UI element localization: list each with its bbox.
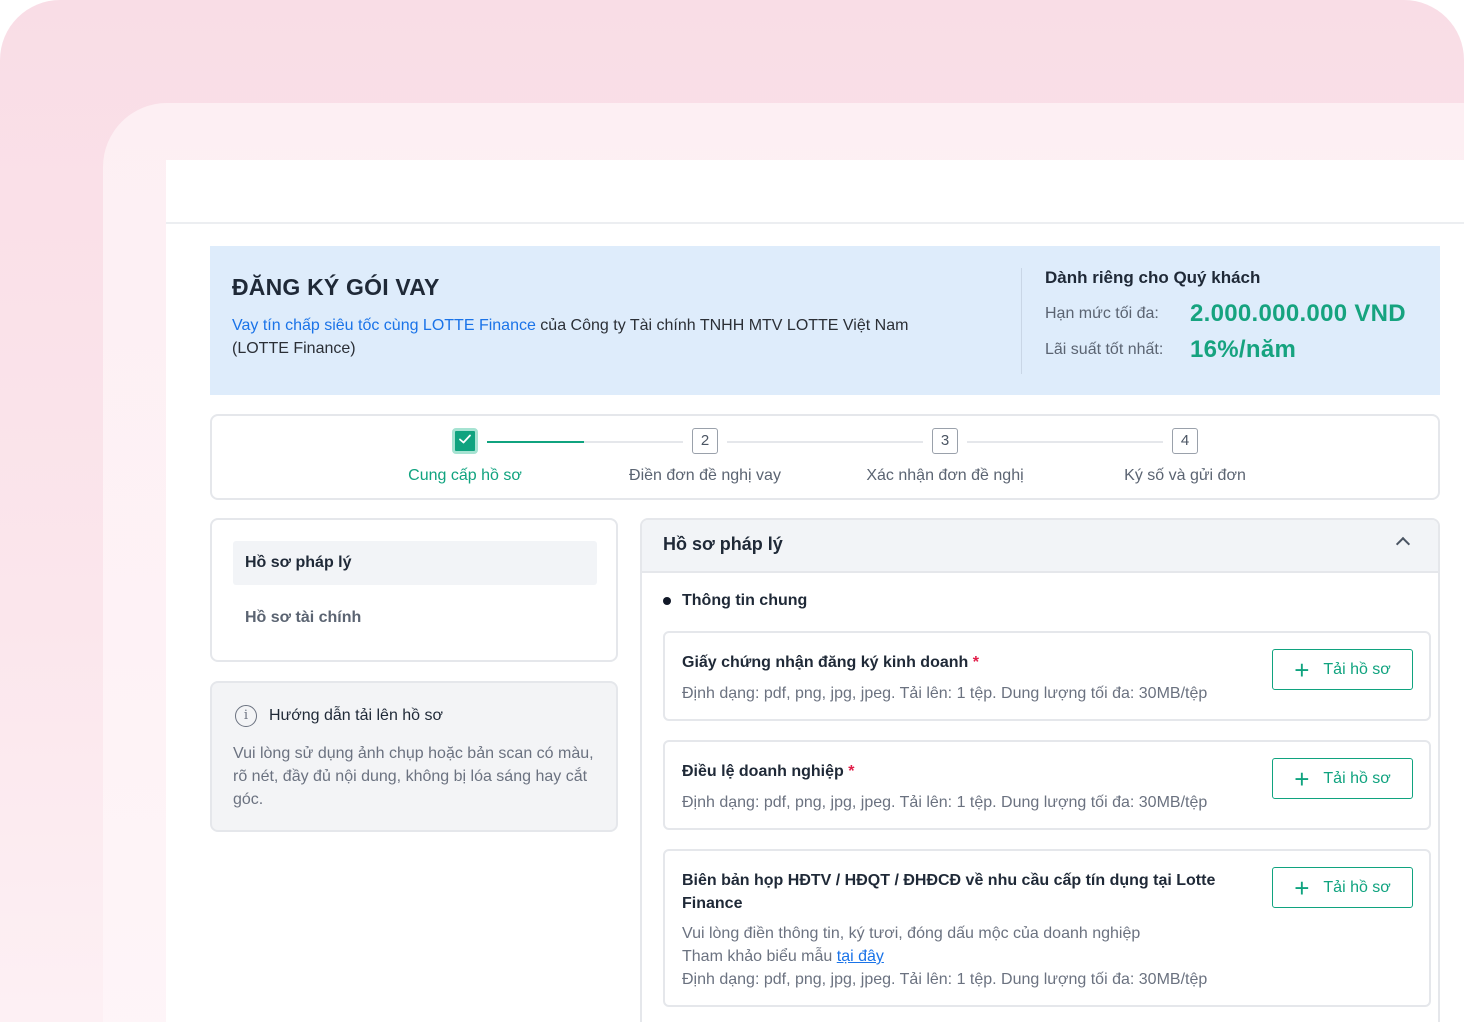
doc-item-meeting-minutes: Biên bản họp HĐTV / HĐQT / ĐHĐCĐ về nhu …: [663, 849, 1431, 1007]
limit-label: Hạn mức tối đa:: [1045, 305, 1159, 322]
document-category-nav: Hồ sơ pháp lý Hồ sơ tài chính: [210, 518, 618, 662]
doc-item-charter: Điều lệ doanh nghiệp * Định dạng: pdf, p…: [663, 740, 1431, 830]
doc-note: Vui lòng điền thông tin, ký tươi, đóng d…: [682, 925, 1141, 942]
step-number: 4: [1172, 428, 1198, 454]
doc-item-business-license: Giấy chứng nhận đăng ký kinh doanh * Địn…: [663, 631, 1431, 721]
section-title: Thông tin chung: [682, 592, 808, 609]
step-label: Xác nhận đơn đề nghị: [866, 467, 1024, 484]
offer-summary: Dành riêng cho Quý khách Hạn mức tối đa:…: [1045, 268, 1435, 364]
nav-item-financial-docs[interactable]: Hồ sơ tài chính: [233, 596, 597, 640]
bullet-icon: [663, 597, 671, 605]
loan-banner: ĐĂNG KÝ GÓI VAY Vay tín chấp siêu tốc cù…: [210, 246, 1440, 395]
rate-label: Lãi suất tốt nhất:: [1045, 341, 1164, 358]
plus-icon: +: [1294, 763, 1310, 794]
check-icon: [452, 428, 478, 454]
limit-value: 2.000.000.000 VND: [1190, 300, 1406, 327]
progress-stepper: Cung cấp hồ sơ 2 Điền đơn đề nghị vay 3 …: [210, 414, 1440, 500]
upload-button[interactable]: + Tải hồ sơ: [1272, 649, 1413, 690]
offer-title: Dành riêng cho Quý khách: [1045, 268, 1261, 287]
top-bar: [166, 160, 1464, 224]
step-1[interactable]: Cung cấp hồ sơ: [355, 428, 575, 485]
step-label: Điền đơn đề nghị vay: [629, 467, 781, 484]
nav-item-legal-docs[interactable]: Hồ sơ pháp lý: [233, 541, 597, 585]
rate-value: 16%/năm: [1190, 336, 1297, 363]
upload-label: Tải hồ sơ: [1323, 769, 1391, 787]
step-4[interactable]: 4 Ký số và gửi đơn: [1075, 428, 1295, 485]
legal-docs-panel: Hồ sơ pháp lý Thông tin chung Giấy chứng…: [640, 518, 1440, 1022]
step-2[interactable]: 2 Điền đơn đề nghị vay: [595, 428, 815, 485]
section-heading: Thông tin chung: [663, 592, 807, 610]
guide-text: Vui lòng sử dụng ảnh chụp hoặc bản scan …: [233, 745, 594, 808]
panel-header[interactable]: Hồ sơ pháp lý: [642, 520, 1438, 573]
upload-label: Tải hồ sơ: [1323, 878, 1391, 896]
template-prefix: Tham khảo biểu mẫu: [682, 948, 837, 965]
info-icon: i: [235, 705, 257, 727]
doc-format: Định dạng: pdf, png, jpg, jpeg. Tải lên:…: [682, 971, 1208, 988]
template-link[interactable]: tại đây: [837, 948, 884, 965]
banner-link[interactable]: Vay tín chấp siêu tốc cùng LOTTE Finance: [232, 317, 536, 334]
doc-format: Định dạng: pdf, png, jpg, jpeg. Tải lên:…: [682, 794, 1208, 811]
step-3[interactable]: 3 Xác nhận đơn đề nghị: [835, 428, 1055, 485]
limit-row: Hạn mức tối đa: 2.000.000.000 VND: [1045, 300, 1435, 328]
doc-title-text: Điều lệ doanh nghiệp: [682, 763, 844, 780]
upload-guide: i Hướng dẫn tải lên hồ sơ Vui lòng sử dụ…: [210, 681, 618, 832]
plus-icon: +: [1294, 872, 1310, 903]
doc-title: Điều lệ doanh nghiệp *: [682, 760, 1232, 783]
doc-title: Biên bản họp HĐTV / HĐQT / ĐHĐCĐ về nhu …: [682, 872, 1216, 912]
step-number: 2: [692, 428, 718, 454]
step-label: Ký số và gửi đơn: [1124, 467, 1246, 484]
upload-label: Tải hồ sơ: [1323, 660, 1391, 678]
guide-title: Hướng dẫn tải lên hồ sơ: [269, 707, 444, 724]
doc-title-text: Giấy chứng nhận đăng ký kinh doanh: [682, 654, 969, 671]
doc-title: Giấy chứng nhận đăng ký kinh doanh *: [682, 651, 1232, 674]
step-number: 3: [932, 428, 958, 454]
rate-row: Lãi suất tốt nhất: 16%/năm: [1045, 336, 1435, 364]
banner-description: Vay tín chấp siêu tốc cùng LOTTE Finance…: [232, 314, 952, 360]
required-marker: *: [972, 654, 979, 671]
app-screen: ĐĂNG KÝ GÓI VAY Vay tín chấp siêu tốc cù…: [166, 160, 1464, 1022]
chevron-up-icon[interactable]: [1395, 536, 1411, 552]
upload-button[interactable]: + Tải hồ sơ: [1272, 867, 1413, 908]
required-marker: *: [848, 763, 855, 780]
upload-button[interactable]: + Tải hồ sơ: [1272, 758, 1413, 799]
guide-header: i Hướng dẫn tải lên hồ sơ: [235, 705, 443, 727]
panel-title: Hồ sơ pháp lý: [663, 534, 783, 554]
doc-format: Định dạng: pdf, png, jpg, jpeg. Tải lên:…: [682, 685, 1208, 702]
banner-divider: [1021, 268, 1022, 374]
step-label: Cung cấp hồ sơ: [408, 467, 522, 484]
page-title: ĐĂNG KÝ GÓI VAY: [232, 274, 440, 300]
plus-icon: +: [1294, 654, 1310, 685]
doc-template-ref: Tham khảo biểu mẫu tại đây: [682, 945, 884, 968]
